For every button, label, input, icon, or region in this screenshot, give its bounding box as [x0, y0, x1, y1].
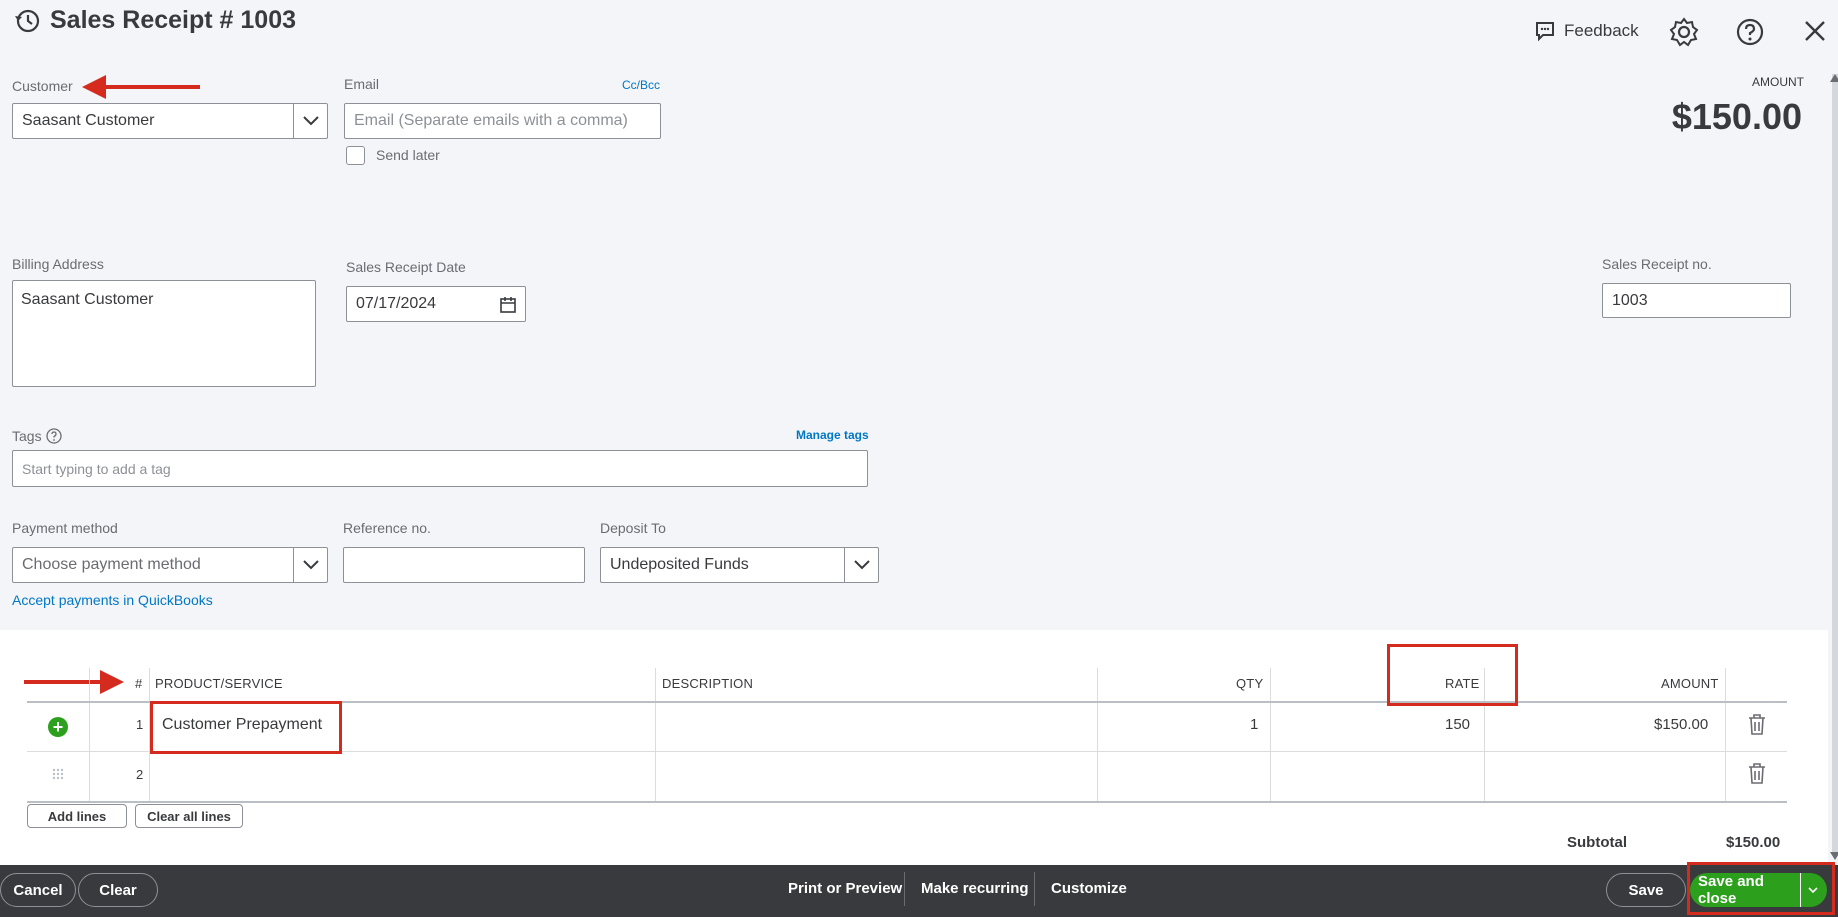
annotation-arrow: [100, 85, 200, 89]
clear-button[interactable]: Clear: [78, 873, 158, 907]
deposit-value: Undeposited Funds: [610, 556, 749, 574]
tags-label: Tags: [12, 428, 62, 444]
billing-address-field[interactable]: Saasant Customer: [12, 280, 316, 387]
scroll-up-arrow[interactable]: [1830, 74, 1838, 82]
annotation-arrow: [24, 680, 104, 684]
annotation-box-rate: [1387, 644, 1518, 706]
footer-separator: [904, 872, 905, 906]
add-lines-button[interactable]: Add lines: [27, 804, 127, 828]
gear-icon[interactable]: [1668, 16, 1700, 48]
calendar-icon[interactable]: [499, 296, 517, 319]
send-later-checkbox[interactable]: [346, 146, 365, 165]
make-recurring-link[interactable]: Make recurring: [921, 880, 1029, 897]
chevron-down-icon[interactable]: [844, 548, 878, 582]
subtotal-value: $150.00: [1726, 834, 1780, 851]
drag-handle-icon[interactable]: [52, 767, 64, 785]
subtotal-label: Subtotal: [1567, 834, 1627, 851]
col-header-product: PRODUCT/SERVICE: [155, 676, 283, 691]
receipt-no-field[interactable]: 1003: [1602, 283, 1791, 318]
payment-method-select[interactable]: Choose payment method: [12, 547, 328, 583]
col-header-num: #: [135, 676, 142, 691]
accept-payments-link[interactable]: Accept payments in QuickBooks: [12, 592, 213, 608]
date-label: Sales Receipt Date: [346, 259, 466, 275]
payment-method-placeholder: Choose payment method: [22, 556, 201, 574]
deposit-label: Deposit To: [600, 520, 666, 536]
col-header-amount: AMOUNT: [1661, 676, 1719, 691]
page-title: Sales Receipt # 1003: [50, 6, 296, 35]
table-bottom-line: [27, 801, 1787, 803]
help-circle-icon[interactable]: [46, 428, 62, 444]
row-qty[interactable]: 1: [1250, 716, 1258, 733]
footer-bar: [0, 865, 1838, 917]
customer-value: Saasant Customer: [22, 112, 155, 130]
annotation-box-save-close: [1687, 862, 1835, 915]
row-num: 1: [136, 717, 143, 732]
trash-icon[interactable]: [1748, 763, 1766, 790]
deposit-select[interactable]: Undeposited Funds: [600, 547, 879, 583]
add-row-icon[interactable]: +: [48, 717, 68, 737]
customize-link[interactable]: Customize: [1051, 880, 1127, 897]
manage-tags-link[interactable]: Manage tags: [796, 428, 869, 442]
scroll-down-arrow[interactable]: [1830, 852, 1838, 860]
receipt-no-label: Sales Receipt no.: [1602, 256, 1712, 272]
clear-all-lines-button[interactable]: Clear all lines: [135, 804, 243, 828]
trash-icon[interactable]: [1748, 714, 1766, 741]
annotation-box-product: [150, 701, 342, 754]
col-divider: [1270, 668, 1271, 802]
payment-method-label: Payment method: [12, 520, 118, 536]
reference-label: Reference no.: [343, 520, 431, 536]
row-num: 2: [136, 767, 143, 782]
send-later-label: Send later: [376, 147, 440, 163]
tags-label-text: Tags: [12, 428, 42, 444]
reference-field[interactable]: [343, 547, 585, 583]
email-label: Email: [344, 76, 379, 92]
save-button[interactable]: Save: [1606, 873, 1686, 907]
row-rate[interactable]: 150: [1445, 716, 1470, 733]
col-divider: [1097, 668, 1098, 802]
history-icon[interactable]: [12, 6, 42, 36]
row-amount: $150.00: [1654, 716, 1708, 733]
scrollbar[interactable]: [1832, 74, 1838, 854]
cancel-button[interactable]: Cancel: [0, 873, 76, 907]
col-header-qty: QTY: [1236, 676, 1263, 691]
chat-icon: [1534, 20, 1556, 42]
col-divider: [1725, 668, 1726, 802]
email-field[interactable]: Email (Separate emails with a comma): [344, 103, 661, 139]
col-header-description: DESCRIPTION: [662, 676, 753, 691]
footer-separator: [1034, 872, 1035, 906]
col-divider: [655, 668, 656, 802]
chevron-down-icon[interactable]: [293, 548, 327, 582]
date-field[interactable]: 07/17/2024: [346, 286, 526, 322]
date-value: 07/17/2024: [356, 295, 436, 313]
col-divider: [89, 668, 90, 802]
customer-select[interactable]: Saasant Customer: [12, 103, 328, 139]
feedback-label: Feedback: [1564, 21, 1639, 41]
tags-input[interactable]: Start typing to add a tag: [12, 450, 868, 487]
amount-value: $150.00: [1672, 96, 1802, 138]
help-icon[interactable]: [1734, 16, 1766, 48]
feedback-button[interactable]: Feedback: [1534, 18, 1639, 44]
annotation-arrowhead: [100, 670, 124, 694]
billing-label: Billing Address: [12, 256, 104, 272]
close-icon[interactable]: [1800, 16, 1830, 46]
cc-bcc-link[interactable]: Cc/Bcc: [622, 78, 660, 92]
annotation-arrowhead: [82, 75, 106, 99]
customer-label: Customer: [12, 78, 73, 94]
amount-label: AMOUNT: [1752, 75, 1804, 89]
chevron-down-icon[interactable]: [293, 104, 327, 138]
print-preview-link[interactable]: Print or Preview: [788, 880, 902, 897]
